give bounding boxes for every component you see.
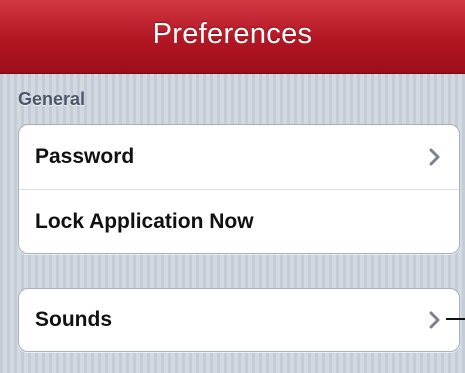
navigation-bar: Preferences (0, 0, 465, 74)
lock-application-now-row[interactable]: Lock Application Now (19, 189, 459, 253)
lock-application-now-label: Lock Application Now (35, 209, 254, 233)
password-label: Password (35, 145, 135, 168)
section-header-general: General (18, 89, 86, 109)
page-title: Preferences (152, 18, 313, 50)
sounds-label: Sounds (35, 308, 112, 331)
sounds-row[interactable]: Sounds (19, 289, 459, 351)
chevron-right-icon (421, 310, 441, 330)
chevron-right-icon (421, 147, 441, 167)
general-settings-group: Password Lock Application Now (18, 124, 460, 254)
callout-pointer-line (446, 318, 465, 320)
password-row[interactable]: Password (19, 125, 459, 189)
sounds-settings-group: Sounds (18, 288, 460, 352)
